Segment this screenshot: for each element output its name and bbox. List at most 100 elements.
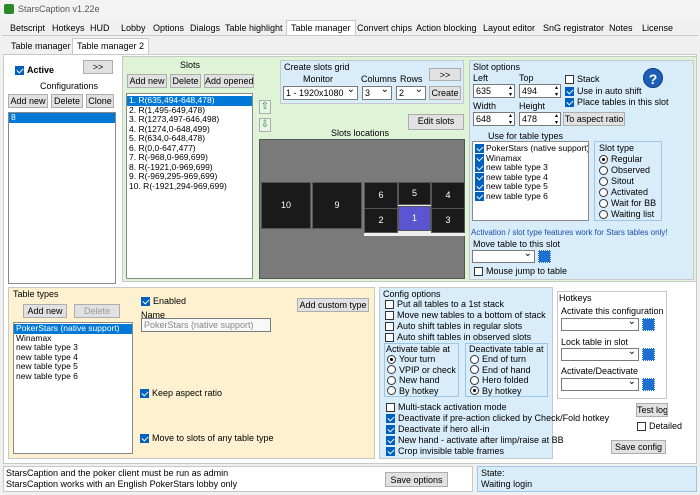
slots-locations-canvas[interactable]: 6 5 4 10 9 2 1 3 — [259, 139, 465, 279]
enabled-checkbox[interactable]: Enabled — [141, 296, 186, 306]
list-item[interactable]: 8 — [9, 113, 115, 123]
crop-frames-checkbox[interactable]: Crop invisible table frames — [386, 446, 504, 456]
radio-button[interactable] — [599, 154, 608, 164]
save-config-button[interactable]: Save config — [611, 440, 666, 454]
radio-button[interactable] — [387, 375, 396, 385]
tab-table-manager[interactable]: Table manager — [286, 20, 356, 36]
put-all-checkbox[interactable]: Put all tables to a 1st stack — [385, 299, 504, 309]
radio-option[interactable]: Your turn — [387, 354, 435, 364]
tabletypes-add-new-button[interactable]: Add new — [23, 304, 67, 318]
slot-cell[interactable]: 4 — [431, 182, 465, 209]
slot-cell[interactable]: 9 — [312, 182, 362, 229]
top-input[interactable]: 494 — [519, 84, 561, 98]
list-item[interactable]: 10. R(-1921,294-969,699) — [127, 181, 252, 192]
radio-option[interactable]: Waiting list — [599, 209, 654, 219]
hotkey-grid-icon[interactable] — [642, 348, 655, 361]
height-input[interactable]: 478 — [519, 112, 561, 126]
multi-stack-checkbox[interactable]: Multi-stack activation mode — [386, 402, 507, 412]
deact-allin-checkbox[interactable]: Deactivate if hero all-in — [386, 424, 490, 434]
tab-hud[interactable]: HUD — [85, 20, 115, 36]
lock-table-hotkey[interactable] — [561, 348, 639, 361]
mouse-jump-checkbox[interactable]: Mouse jump to table — [474, 266, 567, 276]
radio-button[interactable] — [387, 365, 396, 374]
width-input[interactable]: 648 — [473, 112, 515, 126]
radio-button[interactable] — [599, 198, 608, 208]
hotkey-grid-icon[interactable] — [642, 378, 655, 391]
tab-betscript[interactable]: Betscript — [5, 20, 50, 36]
radio-button[interactable] — [470, 386, 479, 395]
to-aspect-ratio-button[interactable]: To aspect ratio — [563, 112, 625, 126]
radio-button[interactable] — [599, 165, 608, 175]
configurations-list[interactable]: 8 — [8, 112, 116, 284]
radio-option[interactable]: Regular — [599, 154, 643, 164]
columns-select[interactable]: 3 — [362, 86, 392, 100]
place-tables-checkbox[interactable]: Place tables in this slot — [565, 97, 669, 107]
stack-checkbox[interactable]: Stack — [565, 74, 600, 84]
radio-option[interactable]: Observed — [599, 165, 650, 175]
radio-option[interactable]: Activated — [599, 187, 648, 197]
radio-button[interactable] — [387, 354, 396, 364]
slots-add-new-button[interactable]: Add new — [127, 74, 167, 88]
use-for-types-list[interactable]: PokerStars (native support) Winamax new ta… — [472, 141, 589, 221]
deact-pre-checkbox[interactable]: Deactivate if pre-action clicked by Chec… — [386, 413, 609, 423]
slot-cell[interactable]: 3 — [431, 208, 465, 233]
hotkey-grid-icon[interactable] — [538, 250, 551, 263]
radio-option[interactable]: By hotkey — [387, 386, 439, 396]
move-new-checkbox[interactable]: Move new tables to a bottom of stack — [385, 310, 546, 320]
list-item[interactable]: new table type 6 — [473, 191, 588, 202]
activate-deactivate-hotkey[interactable] — [561, 378, 639, 391]
tab-hotkeys[interactable]: Hotkeys — [47, 20, 90, 36]
config-add-new-button[interactable]: Add new — [8, 94, 48, 108]
tab-lobby[interactable]: Lobby — [116, 20, 151, 36]
hotkey-grid-icon[interactable] — [642, 318, 655, 331]
tabletypes-delete-button[interactable]: Delete — [74, 304, 120, 318]
tab-sng-registrator[interactable]: SnG registrator — [538, 20, 609, 36]
slots-add-opened-button[interactable]: Add opened — [204, 74, 254, 88]
radio-button[interactable] — [470, 354, 479, 364]
radio-option[interactable]: Wait for BB — [599, 198, 656, 208]
subtab-table-manager[interactable]: Table manager — [6, 38, 76, 54]
radio-option[interactable]: End of turn — [470, 354, 526, 364]
subtab-table-manager-2[interactable]: Table manager 2 — [72, 38, 150, 54]
left-input[interactable]: 635 — [473, 84, 515, 98]
detailed-checkbox[interactable]: Detailed — [637, 421, 682, 431]
radio-button[interactable] — [470, 375, 479, 385]
slots-list[interactable]: 1. R(635,494-648,478) 2. R(1,495-649,478)… — [126, 93, 253, 279]
slots-delete-button[interactable]: Delete — [170, 74, 201, 88]
keep-aspect-checkbox[interactable]: Keep aspect ratio — [140, 388, 222, 398]
radio-button[interactable] — [387, 386, 396, 395]
move-table-hotkey-select[interactable] — [472, 250, 535, 263]
move-any-type-checkbox[interactable]: Move to slots of any table type — [140, 433, 274, 443]
tab-dialogs[interactable]: Dialogs — [185, 20, 225, 36]
slot-cell[interactable]: 6 — [364, 182, 398, 209]
table-types-list[interactable]: PokerStars (native support) Winamax new ta… — [13, 322, 133, 454]
radio-button[interactable] — [599, 176, 608, 186]
radio-option[interactable]: Sitout — [599, 176, 634, 186]
type-checkbox[interactable] — [475, 144, 484, 154]
type-checkbox[interactable] — [475, 153, 484, 163]
tab-table-highlight[interactable]: Table highlight — [220, 20, 288, 36]
tab-options[interactable]: Options — [148, 20, 189, 36]
grid-arrow-button[interactable]: >> — [429, 68, 461, 81]
rows-select[interactable]: 2 — [396, 86, 426, 100]
radio-option[interactable]: By hotkey — [470, 386, 522, 396]
left-arrow-button[interactable]: >> — [83, 60, 113, 74]
monitor-select[interactable]: 1 - 1920x1080 — [283, 86, 358, 100]
auto-regular-checkbox[interactable]: Auto shift tables in regular slots — [385, 321, 522, 331]
slot-cell[interactable]: 2 — [364, 208, 398, 233]
add-custom-type-button[interactable]: Add custom type — [297, 298, 369, 312]
move-slot-down-button[interactable]: ⇩ — [259, 118, 271, 132]
tab-license[interactable]: License — [637, 20, 678, 36]
move-slot-up-button[interactable]: ⇧ — [259, 100, 271, 114]
use-auto-shift-checkbox[interactable]: Use in auto shift — [565, 86, 642, 96]
radio-option[interactable]: End of hand — [470, 365, 531, 375]
save-options-button[interactable]: Save options — [385, 472, 448, 487]
test-log-button[interactable]: Test log — [636, 403, 668, 417]
help-icon[interactable]: ? — [643, 68, 663, 88]
radio-button[interactable] — [599, 209, 608, 219]
create-button[interactable]: Create — [429, 86, 461, 100]
config-clone-button[interactable]: Clone — [86, 94, 114, 108]
slot-cell[interactable]: 10 — [261, 182, 311, 229]
type-name-input[interactable]: PokerStars (native support) — [141, 318, 271, 332]
type-checkbox[interactable] — [475, 172, 484, 182]
